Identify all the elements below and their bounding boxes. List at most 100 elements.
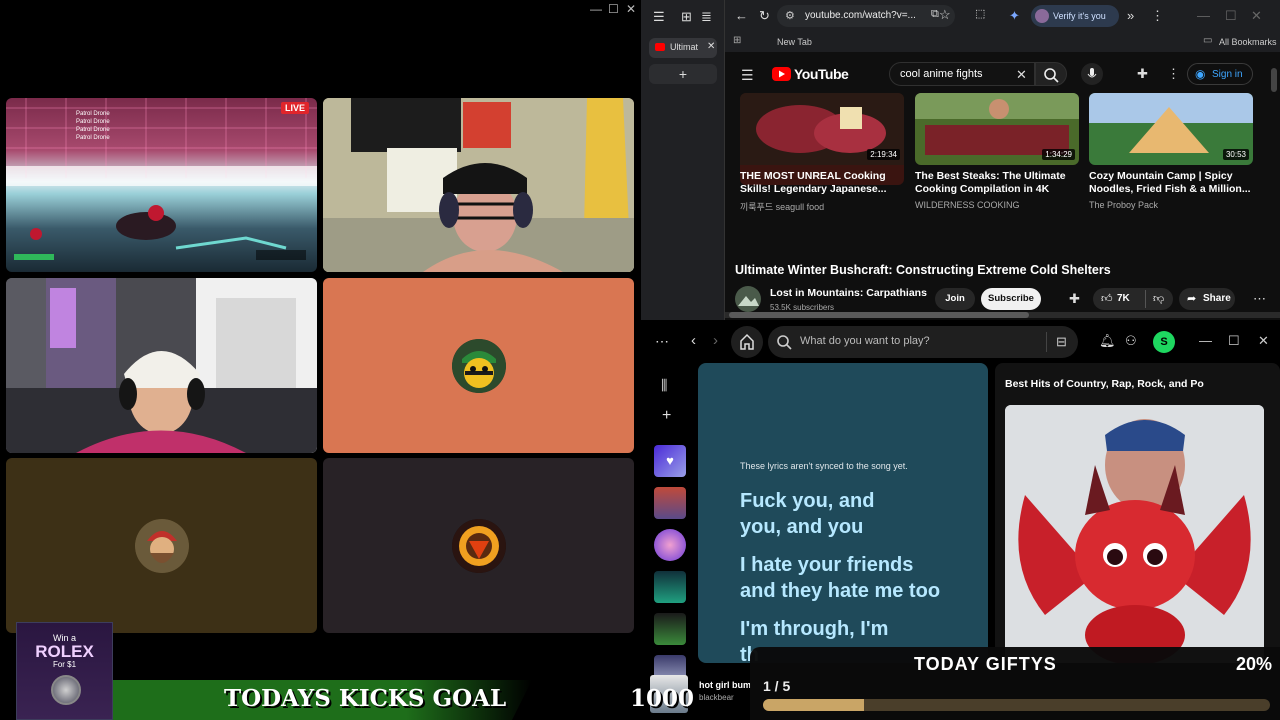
- share-button[interactable]: ➦ Share: [1179, 288, 1235, 310]
- watch-icon: [51, 675, 81, 705]
- more-actions-icon[interactable]: ⋯: [1253, 292, 1266, 305]
- install-icon[interactable]: ⧉: [931, 9, 939, 20]
- bookmark-new-tab[interactable]: New Tab: [777, 37, 812, 47]
- tab-title: Ultimat: [670, 42, 699, 52]
- playlist-title[interactable]: Best Hits of Country, Rap, Rock, and Po: [1005, 378, 1205, 390]
- library-item-2[interactable]: [654, 487, 686, 519]
- address-bar[interactable]: ⚙ youtube.com/watch?v=...: [777, 5, 955, 27]
- all-bookmarks[interactable]: All Bookmarks: [1219, 37, 1277, 47]
- video-channel-1[interactable]: 끼룩푸드 seagull food: [740, 200, 824, 213]
- liked-songs-heart-icon[interactable]: ♥: [654, 445, 686, 477]
- sp-close-icon[interactable]: ✕: [1258, 334, 1269, 347]
- site-info-icon[interactable]: ⚙: [785, 9, 795, 22]
- video-title-1[interactable]: THE MOST UNREAL Cooking Skills! Legendar…: [740, 170, 904, 196]
- gemini-icon[interactable]: ✦: [1009, 9, 1020, 22]
- channel-avatar[interactable]: [735, 286, 761, 312]
- bookmarks-bar: ⊞ New Tab ▭ All Bookmarks: [725, 32, 1280, 52]
- menu-icon[interactable]: ☰: [653, 10, 665, 23]
- yt-extension-action-icon[interactable]: ✚: [1069, 292, 1080, 305]
- browser-minimize-icon[interactable]: —: [1197, 9, 1210, 22]
- reload-icon[interactable]: ↻: [759, 9, 770, 22]
- webcam-scene-2: [6, 278, 317, 453]
- notifications-bell-icon[interactable]: 🔔︎: [1099, 334, 1116, 347]
- library-item-3[interactable]: [654, 529, 686, 561]
- yt-extension-icon[interactable]: ✚: [1137, 67, 1148, 80]
- kicks-goal-label: TODAYS KICKS GOAL: [224, 685, 507, 712]
- browser-maximize-icon[interactable]: ☐: [1225, 9, 1237, 22]
- youtube-logo-icon[interactable]: [772, 67, 791, 81]
- user-avatar[interactable]: S: [1153, 331, 1175, 353]
- participant-tile-gameplay[interactable]: Patrol Drone Patrol Drone Patrol Drone P…: [6, 98, 317, 272]
- live-badge: LIVE: [280, 102, 309, 114]
- browser-close-icon[interactable]: ✕: [1251, 9, 1262, 22]
- participant-tile-avatar-bee[interactable]: [323, 278, 634, 453]
- browser-window: ☰ ⊞ ≣ Ultimat ✕ + ← ↻ ⚙ youtube.com/watc…: [641, 0, 1280, 320]
- extensions-icon[interactable]: ⬚: [975, 9, 985, 20]
- maximize-button[interactable]: ☐: [608, 2, 619, 16]
- tab-close-icon[interactable]: ✕: [707, 41, 715, 52]
- video-title-2[interactable]: The Best Steaks: The Ultimate Cooking Co…: [915, 170, 1079, 196]
- join-button[interactable]: Join: [935, 288, 975, 310]
- now-playing-title[interactable]: hot girl bum: [699, 680, 751, 690]
- library-item-4[interactable]: [654, 571, 686, 603]
- tab-grid-icon[interactable]: ⊞: [681, 10, 692, 23]
- browse-icon[interactable]: ⊟: [1056, 334, 1067, 350]
- youtube-logo-text[interactable]: YouTube: [794, 66, 849, 82]
- tab-youtube[interactable]: Ultimat ✕: [649, 38, 717, 58]
- browser-menu-icon[interactable]: ⋮: [1151, 9, 1164, 22]
- back-chevron-icon[interactable]: ‹: [691, 333, 696, 348]
- thumbs-down-icon[interactable]: 👎︎: [1153, 292, 1164, 305]
- channel-name[interactable]: Lost in Mountains: Carpathians: [770, 287, 927, 299]
- gift-goal-panel: TODAY GIFTYS 20% 1 / 5: [750, 647, 1280, 720]
- new-tab-button[interactable]: +: [649, 64, 717, 84]
- create-plus-icon[interactable]: +: [662, 408, 671, 424]
- subscribe-button[interactable]: Subscribe: [981, 288, 1041, 310]
- yt-menu-icon[interactable]: ☰: [741, 68, 754, 82]
- verify-label: Verify it's you: [1053, 11, 1106, 21]
- bookmark-star-icon[interactable]: ☆: [939, 8, 951, 21]
- sp-minimize-icon[interactable]: —: [1199, 334, 1212, 347]
- video-card-2[interactable]: 1:34:29: [915, 93, 1079, 165]
- horizontal-scrollbar[interactable]: [725, 312, 1280, 318]
- library-icon[interactable]: ⫼: [661, 378, 667, 392]
- tab-search-icon[interactable]: ≣: [701, 10, 712, 23]
- sp-maximize-icon[interactable]: ☐: [1228, 334, 1240, 347]
- forward-chevron-icon[interactable]: ›: [713, 333, 718, 348]
- lyric-line: I'm through, I'm: [740, 618, 889, 640]
- rolex-ad[interactable]: Win a ROLEX For $1: [16, 622, 113, 720]
- home-button[interactable]: [731, 326, 763, 358]
- sign-in-button[interactable]: ◉ Sign in: [1187, 63, 1253, 85]
- lyrics-block: Fuck you, and you, and you I hate your f…: [740, 488, 980, 663]
- vertical-tab-strip: ☰ ⊞ ≣ Ultimat ✕ +: [641, 0, 725, 320]
- participant-tile-avatar-fire[interactable]: [323, 458, 634, 633]
- yt-search-input[interactable]: cool anime fights ✕: [889, 62, 1035, 86]
- now-playing-artist[interactable]: blackbear: [699, 693, 734, 702]
- participant-tile-webcam-1[interactable]: [323, 98, 634, 272]
- library-item-5[interactable]: [654, 613, 686, 645]
- spotify-search-input[interactable]: What do you want to play? ⊟: [768, 326, 1078, 358]
- friends-activity-icon[interactable]: ⚇: [1125, 334, 1137, 347]
- verify-chip[interactable]: Verify it's you: [1031, 5, 1119, 27]
- video-channel-2[interactable]: WILDERNESS COOKING: [915, 200, 1020, 210]
- clear-search-icon[interactable]: ✕: [1016, 67, 1027, 83]
- minimize-button[interactable]: —: [590, 2, 602, 16]
- video-channel-3[interactable]: The Proboy Pack: [1089, 200, 1158, 210]
- apps-icon[interactable]: ⊞: [733, 35, 741, 46]
- video-card-3[interactable]: 30:53: [1089, 93, 1253, 165]
- album-art: [1005, 405, 1264, 663]
- spotify-menu-icon[interactable]: ⋯: [655, 334, 669, 348]
- like-dislike-group: 👍︎ 7K 👎︎: [1093, 288, 1173, 310]
- scrollbar[interactable]: [1271, 68, 1277, 92]
- game-hud: Patrol Drone Patrol Drone Patrol Drone P…: [76, 111, 110, 141]
- participant-tile-webcam-2[interactable]: [6, 278, 317, 453]
- thumbs-up-icon[interactable]: 👍︎: [1101, 292, 1113, 305]
- participant-tile-avatar-wizard[interactable]: [6, 458, 317, 633]
- voice-search-button[interactable]: [1081, 63, 1103, 85]
- video-title-3[interactable]: Cozy Mountain Camp | Spicy Noodles, Frie…: [1089, 170, 1253, 196]
- fire-avatar: [451, 518, 506, 573]
- yt-search-button[interactable]: [1035, 62, 1067, 86]
- back-icon[interactable]: ←: [735, 9, 748, 22]
- yt-settings-menu-icon[interactable]: ⋮: [1167, 67, 1180, 80]
- close-button[interactable]: ✕: [626, 2, 636, 16]
- more-chevron-icon[interactable]: »: [1127, 9, 1134, 22]
